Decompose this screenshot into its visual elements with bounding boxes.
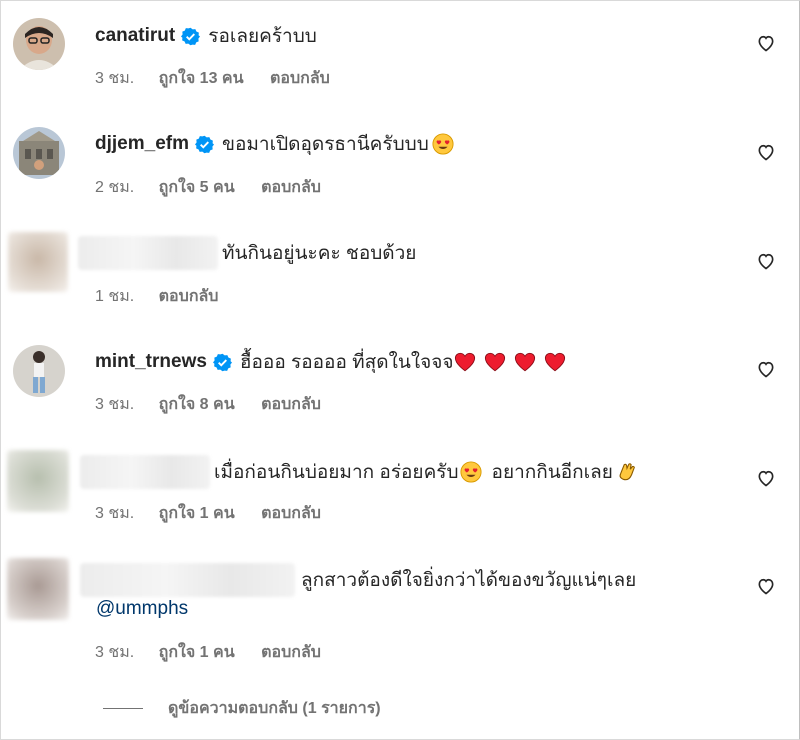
like-heart-icon[interactable] bbox=[756, 468, 776, 488]
like-count[interactable]: ถูกใจ 5 คน bbox=[159, 179, 235, 196]
comment-text: อยากกินอีกเลย bbox=[491, 462, 613, 483]
view-replies-label: ดูข้อความตอบกลับ (1 รายการ) bbox=[168, 700, 381, 717]
comment-text: ทันกินอยู่นะคะ ชอบด้วย bbox=[222, 243, 417, 264]
comment-text: เมื่อก่อนกินบ่อยมาก อร่อยครับ bbox=[214, 462, 459, 483]
avatar[interactable] bbox=[7, 558, 69, 620]
reply-button[interactable]: ตอบกลับ bbox=[261, 396, 321, 413]
red-heart-icon bbox=[484, 352, 505, 372]
avatar[interactable] bbox=[7, 450, 69, 512]
reply-button[interactable]: ตอบกลับ bbox=[261, 644, 321, 661]
heart-eyes-emoji-icon bbox=[460, 461, 482, 483]
like-heart-icon[interactable] bbox=[756, 33, 776, 53]
red-heart-icon bbox=[544, 352, 565, 372]
avatar[interactable] bbox=[13, 18, 65, 70]
like-count[interactable]: ถูกใจ 1 คน bbox=[159, 505, 235, 522]
comment-text: ลูกสาวต้องดีใจยิ่งกว่าได้ของขวัญแน่ๆเลย bbox=[301, 570, 637, 591]
timestamp: 2 ชม. bbox=[95, 179, 135, 196]
clapping-hands-icon bbox=[619, 463, 635, 481]
red-heart-icon bbox=[454, 352, 475, 372]
red-heart-icon bbox=[514, 352, 535, 372]
like-heart-icon[interactable] bbox=[756, 251, 776, 271]
reply-button[interactable]: ตอบกลับ bbox=[261, 505, 321, 522]
heart-eyes-emoji-icon bbox=[432, 133, 454, 155]
username[interactable]: canatirut bbox=[95, 25, 175, 47]
reply-button[interactable]: ตอบกลับ bbox=[159, 288, 219, 305]
like-heart-icon[interactable] bbox=[756, 359, 776, 379]
timestamp: 3 ชม. bbox=[95, 396, 135, 413]
view-replies-button[interactable]: ดูข้อความตอบกลับ (1 รายการ) bbox=[103, 696, 381, 721]
timestamp: 3 ชม. bbox=[95, 505, 135, 522]
verified-badge-icon bbox=[181, 27, 201, 45]
avatar[interactable] bbox=[13, 345, 65, 397]
timestamp: 1 ชม. bbox=[95, 288, 135, 305]
username[interactable]: djjem_efm bbox=[95, 133, 189, 155]
avatar[interactable] bbox=[13, 127, 65, 179]
verified-badge-icon bbox=[194, 135, 214, 153]
avatar[interactable] bbox=[8, 232, 68, 292]
blurred-username bbox=[78, 236, 218, 270]
replies-divider bbox=[103, 708, 143, 709]
reply-button[interactable]: ตอบกลับ bbox=[270, 70, 330, 87]
like-heart-icon[interactable] bbox=[756, 576, 776, 596]
blurred-username bbox=[80, 455, 210, 489]
like-count[interactable]: ถูกใจ 8 คน bbox=[159, 396, 235, 413]
comment-text: ขอมาเปิดอุดรธานีครับบบ bbox=[221, 134, 429, 155]
reply-button[interactable]: ตอบกลับ bbox=[261, 179, 321, 196]
comment-text: รอเลยคร้าบบ bbox=[208, 26, 317, 47]
timestamp: 3 ชม. bbox=[95, 70, 135, 87]
like-count[interactable]: ถูกใจ 13 คน bbox=[159, 70, 244, 87]
blurred-username bbox=[80, 563, 295, 597]
comment-text: ฮื้อออ รออออ ที่สุดในใจจจ bbox=[239, 352, 454, 373]
like-count[interactable]: ถูกใจ 1 คน bbox=[159, 644, 235, 661]
verified-badge-icon bbox=[212, 353, 232, 371]
timestamp: 3 ชม. bbox=[95, 644, 135, 661]
user-mention-link[interactable]: @ummphs bbox=[96, 598, 188, 620]
username[interactable]: mint_trnews bbox=[95, 351, 207, 373]
like-heart-icon[interactable] bbox=[756, 142, 776, 162]
